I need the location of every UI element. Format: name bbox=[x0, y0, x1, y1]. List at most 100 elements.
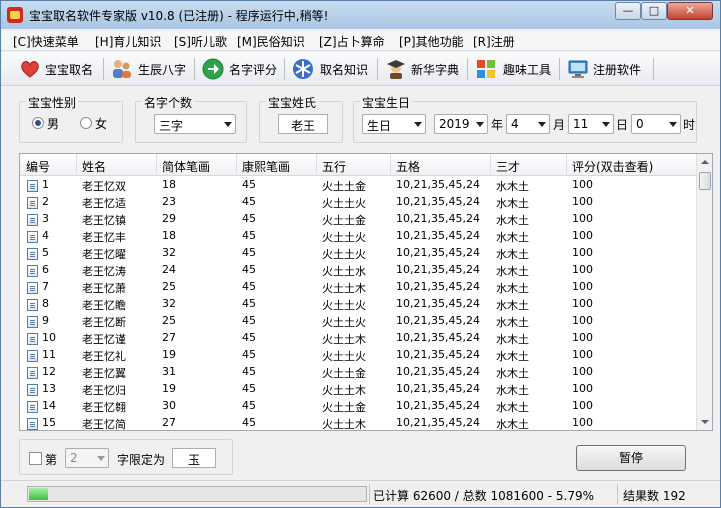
column-header-five-grids[interactable]: 五格 bbox=[396, 158, 420, 175]
scrollbar-thumb[interactable] bbox=[699, 172, 711, 190]
char-position-select[interactable]: 2 bbox=[65, 448, 109, 468]
table-cell: 45 bbox=[242, 280, 256, 293]
column-header-name[interactable]: 姓名 bbox=[82, 158, 106, 175]
char-limit-checkbox[interactable] bbox=[29, 452, 42, 465]
document-icon bbox=[27, 231, 38, 243]
table-row[interactable]: 5 老王忆曜 32 45 火土土火 10,21,35,45,24 水木土 100 bbox=[20, 245, 696, 262]
birth-day-select[interactable]: 11 bbox=[568, 114, 614, 134]
results-table[interactable]: 编号 姓名 简体笔画 康熙笔画 五行 五格 三才 评分(双击查看) 1 老王忆双 1… bbox=[19, 153, 713, 431]
name-count-select[interactable]: 三字 bbox=[154, 114, 236, 134]
table-row[interactable]: 14 老王忆翱 30 45 火土土金 10,21,35,45,24 水木土 100 bbox=[20, 398, 696, 415]
table-row[interactable]: 12 老王忆翼 31 45 火土土金 10,21,35,45,24 水木土 100 bbox=[20, 364, 696, 381]
table-row[interactable]: 4 老王忆丰 18 45 火土土火 10,21,35,45,24 水木土 100 bbox=[20, 228, 696, 245]
table-cell: 3 bbox=[42, 212, 49, 225]
document-icon bbox=[27, 350, 38, 362]
toolbar-dictionary-button[interactable]: 新华字典 bbox=[381, 56, 465, 82]
table-cell: 30 bbox=[162, 399, 176, 412]
menu-fortune[interactable]: [Z]占卜算命 bbox=[319, 33, 385, 50]
table-cell: 45 bbox=[242, 246, 256, 259]
menu-bar: [C]快速菜单 [H]育儿知识 [S]听儿歌 [M]民俗知识 [Z]占卜算命 [… bbox=[1, 31, 720, 51]
surname-group-title: 宝宝姓氏 bbox=[266, 94, 319, 111]
table-cell: 10,21,35,45,24 bbox=[396, 331, 480, 344]
table-cell: 10,21,35,45,24 bbox=[396, 365, 480, 378]
table-cell: 9 bbox=[42, 314, 49, 327]
scroll-up-arrow-icon[interactable] bbox=[697, 154, 712, 170]
toolbar-separator bbox=[559, 58, 560, 80]
column-header-kangxi-strokes[interactable]: 康熙笔画 bbox=[242, 158, 290, 175]
status-results: 结果数 192 bbox=[623, 489, 686, 503]
table-row[interactable]: 10 老王忆谨 27 45 火土土木 10,21,35,45,24 水木土 100 bbox=[20, 330, 696, 347]
pause-button[interactable]: 暂停 bbox=[576, 445, 686, 471]
table-cell: 18 bbox=[162, 178, 176, 191]
toolbar-register-button[interactable]: 注册软件 bbox=[563, 56, 651, 82]
chevron-down-icon bbox=[414, 122, 422, 127]
table-cell: 100 bbox=[572, 382, 593, 395]
menu-quick[interactable]: [C]快速菜单 bbox=[13, 33, 79, 50]
column-header-simplified-strokes[interactable]: 简体笔画 bbox=[162, 158, 210, 175]
gender-male-radio[interactable] bbox=[32, 117, 44, 129]
table-cell: 45 bbox=[242, 399, 256, 412]
table-row[interactable]: 1 老王忆双 18 45 火土土金 10,21,35,45,24 水木土 100 bbox=[20, 177, 696, 194]
table-cell: 14 bbox=[42, 399, 56, 412]
close-button[interactable]: ✕ bbox=[667, 2, 713, 20]
table-cell: 10,21,35,45,24 bbox=[396, 382, 480, 395]
table-cell: 老王忆断 bbox=[82, 316, 126, 329]
chevron-down-icon bbox=[476, 122, 484, 127]
column-header-score[interactable]: 评分(双击查看) bbox=[572, 158, 653, 175]
table-cell: 老王忆涛 bbox=[82, 265, 126, 278]
birth-hour-select[interactable]: 0 bbox=[631, 114, 681, 134]
table-row[interactable]: 2 老王忆适 23 45 火土土火 10,21,35,45,24 水木土 100 bbox=[20, 194, 696, 211]
table-cell: 10,21,35,45,24 bbox=[396, 195, 480, 208]
menu-songs[interactable]: [S]听儿歌 bbox=[174, 33, 227, 50]
table-cell: 15 bbox=[42, 416, 56, 429]
table-cell: 7 bbox=[42, 280, 49, 293]
table-cell: 19 bbox=[162, 382, 176, 395]
column-header-three-talents[interactable]: 三才 bbox=[496, 158, 520, 175]
column-header-number[interactable]: 编号 bbox=[26, 158, 50, 175]
table-row[interactable]: 11 老王忆礼 19 45 火土土火 10,21,35,45,24 水木土 100 bbox=[20, 347, 696, 364]
table-row[interactable]: 9 老王忆断 25 45 火土土火 10,21,35,45,24 水木土 100 bbox=[20, 313, 696, 330]
maximize-button[interactable]: □ bbox=[641, 2, 667, 20]
table-row[interactable]: 6 老王忆涛 24 45 火土土水 10,21,35,45,24 水木土 100 bbox=[20, 262, 696, 279]
table-cell: 火土土火 bbox=[322, 248, 366, 261]
toolbar-baby-naming-button[interactable]: 宝宝取名 bbox=[15, 56, 101, 82]
table-row[interactable]: 15 老王忆简 27 45 火土土木 10,21,35,45,24 水木土 100 bbox=[20, 415, 696, 430]
arrow-right-icon bbox=[202, 58, 224, 80]
table-row[interactable]: 3 老王忆镇 29 45 火土土金 10,21,35,45,24 水木土 100 bbox=[20, 211, 696, 228]
menu-parenting[interactable]: [H]育儿知识 bbox=[95, 33, 161, 50]
document-icon bbox=[27, 384, 38, 396]
table-cell: 10,21,35,45,24 bbox=[396, 246, 480, 259]
column-header-five-elements[interactable]: 五行 bbox=[322, 158, 346, 175]
table-row[interactable]: 8 老王忆瞻 32 45 火土土火 10,21,35,45,24 水木土 100 bbox=[20, 296, 696, 313]
progress-bar bbox=[27, 486, 367, 502]
chevron-down-icon bbox=[669, 122, 677, 127]
chevron-down-icon bbox=[602, 122, 610, 127]
table-cell: 100 bbox=[572, 212, 593, 225]
title-bar: 宝宝取名软件专家版 v10.8 (已注册) - 程序运行中,稍等! — □ ✕ bbox=[1, 1, 720, 29]
menu-folk[interactable]: [M]民俗知识 bbox=[237, 33, 305, 50]
table-cell: 老王忆镇 bbox=[82, 214, 126, 227]
table-cell: 100 bbox=[572, 178, 593, 191]
menu-other[interactable]: [P]其他功能 bbox=[399, 33, 464, 50]
gender-female-radio[interactable] bbox=[80, 117, 92, 129]
table-cell: 45 bbox=[242, 382, 256, 395]
table-cell: 火土土水 bbox=[322, 265, 366, 278]
calendar-type-select[interactable]: 生日 bbox=[362, 114, 426, 134]
char-limit-input[interactable]: 玉 bbox=[172, 448, 216, 468]
minimize-button[interactable]: — bbox=[615, 2, 641, 20]
scroll-down-arrow-icon[interactable] bbox=[697, 414, 712, 430]
birth-year-select[interactable]: 2019 bbox=[434, 114, 488, 134]
table-cell: 水木土 bbox=[496, 367, 529, 380]
toolbar-naming-knowledge-button[interactable]: 取名知识 bbox=[288, 56, 374, 82]
table-row[interactable]: 7 老王忆萧 25 45 火土土木 10,21,35,45,24 水木土 100 bbox=[20, 279, 696, 296]
table-body: 1 老王忆双 18 45 火土土金 10,21,35,45,24 水木土 100 2 老王忆适 23… bbox=[20, 177, 696, 430]
toolbar-birth-chart-button[interactable]: 生辰八字 bbox=[107, 56, 191, 82]
toolbar-name-score-button[interactable]: 名字评分 bbox=[198, 56, 282, 82]
toolbar-fun-tools-button[interactable]: 趣味工具 bbox=[471, 56, 557, 82]
menu-register[interactable]: [R]注册 bbox=[473, 33, 515, 50]
document-icon bbox=[27, 180, 38, 192]
vertical-scrollbar[interactable] bbox=[696, 154, 712, 430]
birth-month-select[interactable]: 4 bbox=[506, 114, 550, 134]
surname-input[interactable]: 老王 bbox=[278, 114, 328, 134]
table-row[interactable]: 13 老王忆归 19 45 火土土木 10,21,35,45,24 水木土 100 bbox=[20, 381, 696, 398]
